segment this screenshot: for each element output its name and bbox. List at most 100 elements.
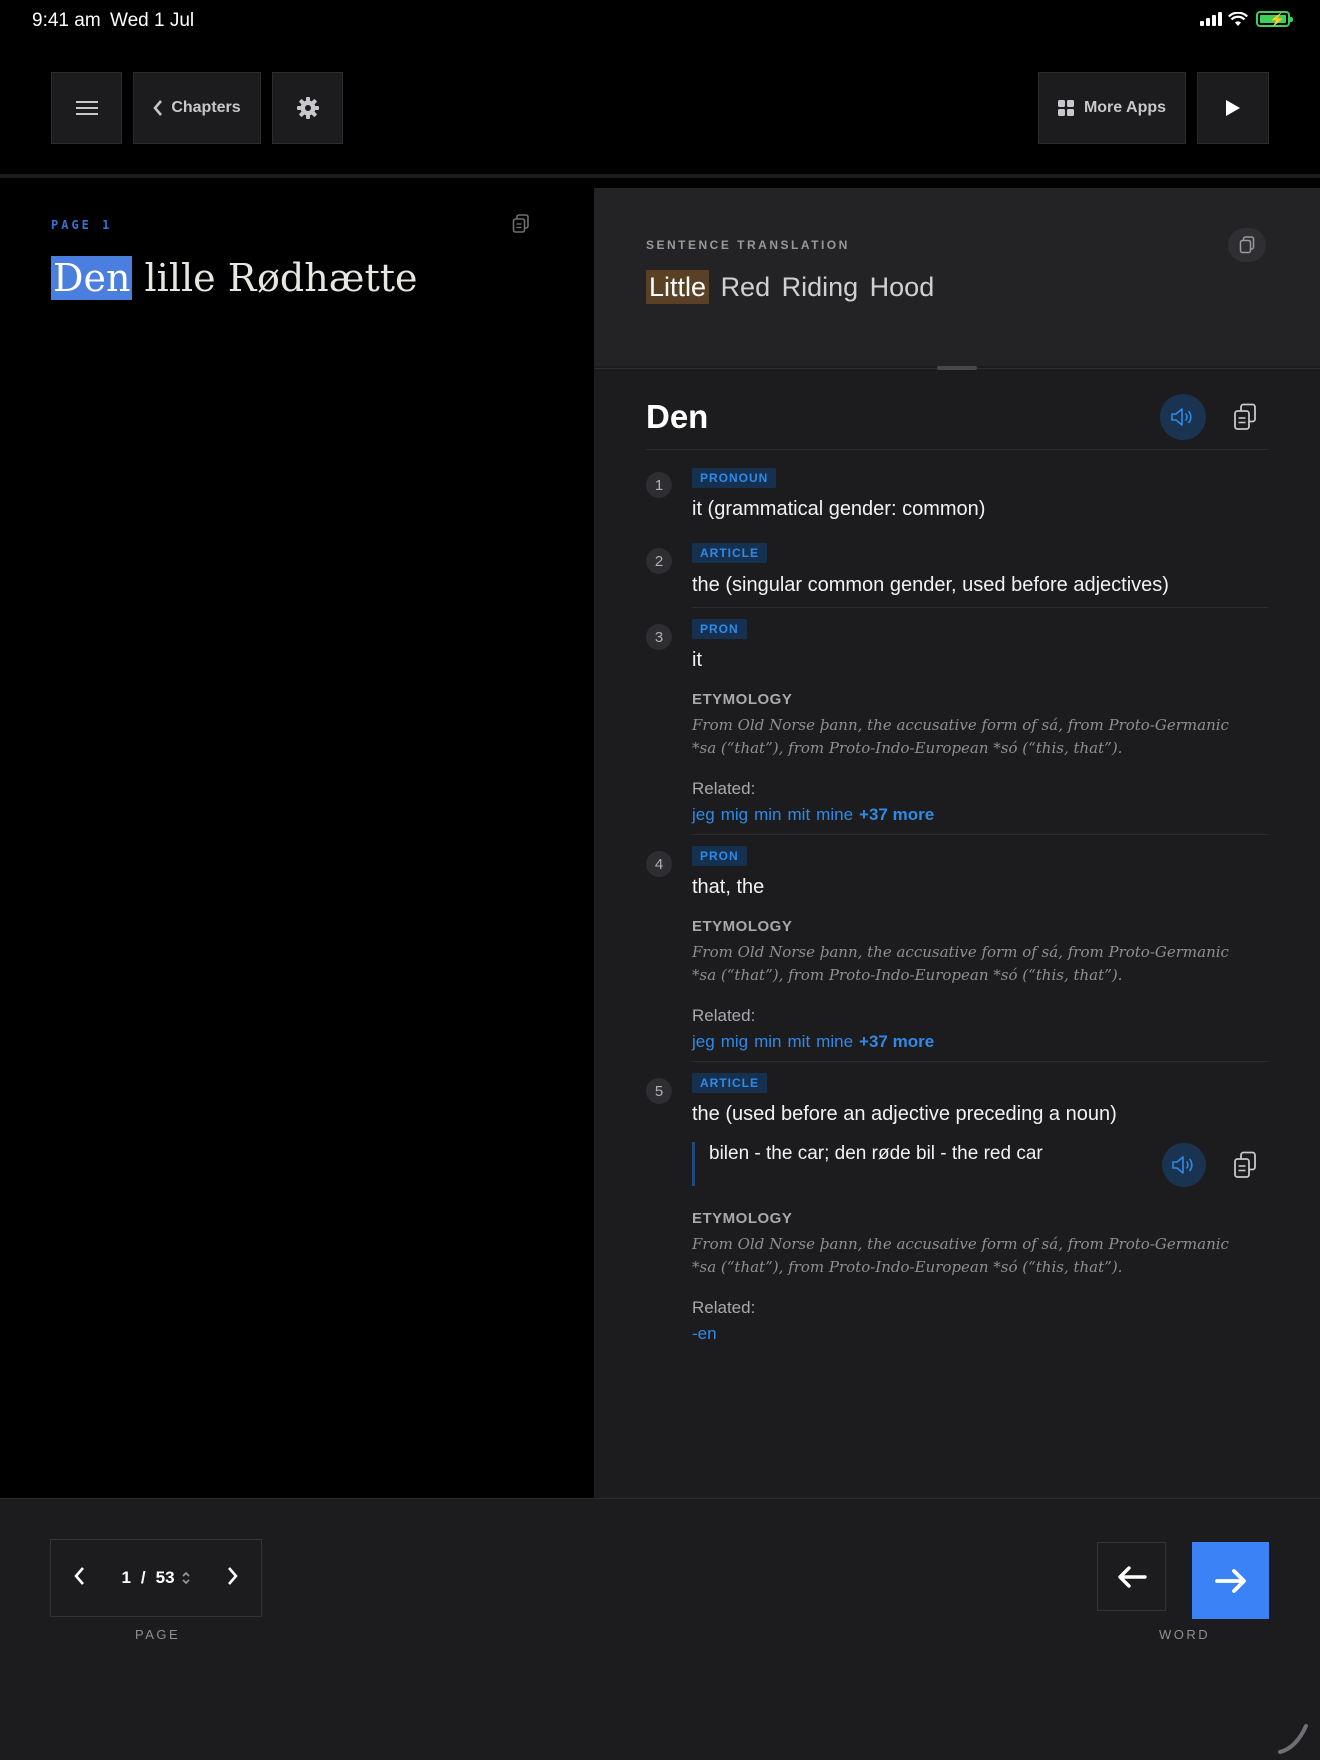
etymology-heading: ETYMOLOGY — [692, 1210, 793, 1227]
translation-word: Riding — [781, 272, 859, 302]
total-pages: 53 — [155, 1568, 175, 1587]
chapters-label: Chapters — [171, 99, 241, 116]
related-words: jeg mig min mit mine +37 more — [692, 805, 934, 825]
source-word[interactable]: Rødhætte — [228, 256, 418, 300]
play-icon — [1226, 100, 1240, 116]
etymology-text: From Old Norse þann, the accusative form… — [692, 1235, 1229, 1276]
status-bar: 9:41 am Wed 1 Jul ⚡ — [0, 0, 1320, 40]
entry-number: 3 — [646, 624, 672, 650]
divider — [692, 607, 1268, 608]
related-word-link[interactable]: jeg — [692, 805, 715, 824]
divider — [692, 834, 1268, 835]
translation-text: Little Red Riding Hood — [646, 270, 935, 304]
settings-button[interactable] — [272, 72, 343, 144]
speaker-icon — [1171, 408, 1192, 426]
cellular-signal-icon — [1200, 12, 1222, 26]
source-word[interactable]: Den — [51, 256, 133, 300]
related-word-link[interactable]: min — [754, 1032, 781, 1051]
resize-handle[interactable] — [937, 366, 977, 370]
copy-icon — [1234, 1151, 1256, 1178]
pronounce-example-button[interactable] — [1162, 1143, 1206, 1187]
play-button[interactable] — [1197, 72, 1269, 144]
etymology-heading: ETYMOLOGY — [692, 918, 793, 935]
copy-icon — [512, 214, 529, 233]
entry-number: 5 — [646, 1078, 672, 1104]
related-heading: Related: — [692, 1006, 756, 1025]
etymology-heading: ETYMOLOGY — [692, 691, 793, 708]
resize-corner-icon — [1278, 1724, 1308, 1754]
related-more-link[interactable]: +37 more — [859, 1032, 934, 1051]
current-page: 1 — [121, 1568, 131, 1587]
pos-tag: PRON — [692, 619, 747, 639]
page-caption: PAGE — [135, 1627, 181, 1642]
copy-icon — [1239, 236, 1255, 254]
related-word-link[interactable]: -en — [692, 1324, 717, 1343]
related-words: jeg mig min mit mine +37 more — [692, 1032, 934, 1052]
divider — [646, 449, 1268, 450]
gear-icon — [296, 97, 319, 119]
pos-tag: ARTICLE — [692, 1073, 767, 1093]
pronounce-button[interactable] — [1160, 394, 1206, 440]
chevron-left-icon — [74, 1566, 84, 1585]
arrow-right-icon — [1214, 1568, 1246, 1593]
related-heading: Related: — [692, 779, 756, 798]
translation-word: Little — [646, 270, 710, 304]
menu-icon — [75, 101, 98, 115]
pos-tag: ARTICLE — [692, 543, 767, 563]
copy-word-button[interactable] — [1228, 400, 1262, 434]
dictionary-pane: SENTENCE TRANSLATION Little Red Riding H… — [594, 188, 1320, 1498]
battery-icon: ⚡ — [1256, 11, 1293, 27]
copy-translation-button[interactable] — [1228, 228, 1266, 262]
menu-button[interactable] — [51, 72, 122, 144]
more-apps-label: More Apps — [1083, 99, 1167, 116]
translation-label: SENTENCE TRANSLATION — [646, 238, 850, 252]
pos-tag: PRONOUN — [692, 468, 777, 488]
source-word[interactable]: lille — [145, 256, 216, 300]
related-more-link[interactable]: +37 more — [859, 805, 934, 824]
definition: the (singular common gender, used before… — [692, 574, 1169, 596]
reader-pane: PAGE 1 Den lille Rødhætte — [0, 178, 594, 1498]
etymology-text: From Old Norse þann, the accusative form… — [692, 943, 1229, 984]
related-word-link[interactable]: mit — [788, 1032, 811, 1051]
related-word-link[interactable]: mine — [816, 1032, 853, 1051]
page-selector[interactable]: 1 / 53 — [121, 1568, 190, 1588]
sentence-translation-panel: SENTENCE TRANSLATION Little Red Riding H… — [594, 188, 1320, 366]
translation-word: Red — [720, 272, 771, 302]
chevron-left-icon — [153, 100, 163, 116]
chapters-button[interactable]: Chapters — [133, 72, 261, 144]
page-pager: 1 / 53 — [50, 1539, 262, 1617]
previous-page-button[interactable] — [73, 1566, 85, 1591]
more-apps-button[interactable]: More Apps — [1038, 72, 1186, 144]
entry-number: 1 — [646, 472, 672, 498]
wifi-icon — [1228, 11, 1248, 26]
source-sentence: Den lille Rødhætte — [51, 256, 417, 300]
status-date: Wed 1 Jul — [110, 10, 195, 31]
related-word-link[interactable]: mine — [816, 805, 853, 824]
copy-example-button[interactable] — [1228, 1148, 1262, 1182]
related-word-link[interactable]: mig — [721, 1032, 748, 1051]
next-page-button[interactable] — [227, 1566, 239, 1591]
previous-word-button[interactable] — [1097, 1542, 1166, 1611]
next-word-button[interactable] — [1192, 1542, 1269, 1619]
divider — [692, 1061, 1268, 1062]
entry-number: 4 — [646, 851, 672, 877]
page-label: PAGE 1 — [51, 218, 113, 232]
stepper-icon — [181, 1571, 190, 1585]
related-heading: Related: — [692, 1298, 756, 1317]
top-toolbar: Chapters More Apps — [0, 40, 1320, 174]
etymology-text: From Old Norse þann, the accusative form… — [692, 716, 1229, 757]
definition: it (grammatical gender: common) — [692, 498, 986, 520]
related-word-link[interactable]: mig — [721, 805, 748, 824]
grid-icon — [1057, 100, 1074, 116]
related-word-link[interactable]: mit — [788, 805, 811, 824]
related-word-link[interactable]: jeg — [692, 1032, 715, 1051]
headword: Den — [646, 398, 709, 435]
related-word-link[interactable]: min — [754, 805, 781, 824]
translation-word: Hood — [869, 272, 935, 302]
definition: it — [692, 649, 702, 671]
speaker-icon — [1172, 1156, 1193, 1174]
copy-text-button[interactable] — [512, 214, 530, 239]
page-separator: / — [140, 1568, 146, 1587]
chevron-right-icon — [228, 1566, 238, 1585]
definition: the (used before an adjective preceding … — [692, 1103, 1117, 1125]
